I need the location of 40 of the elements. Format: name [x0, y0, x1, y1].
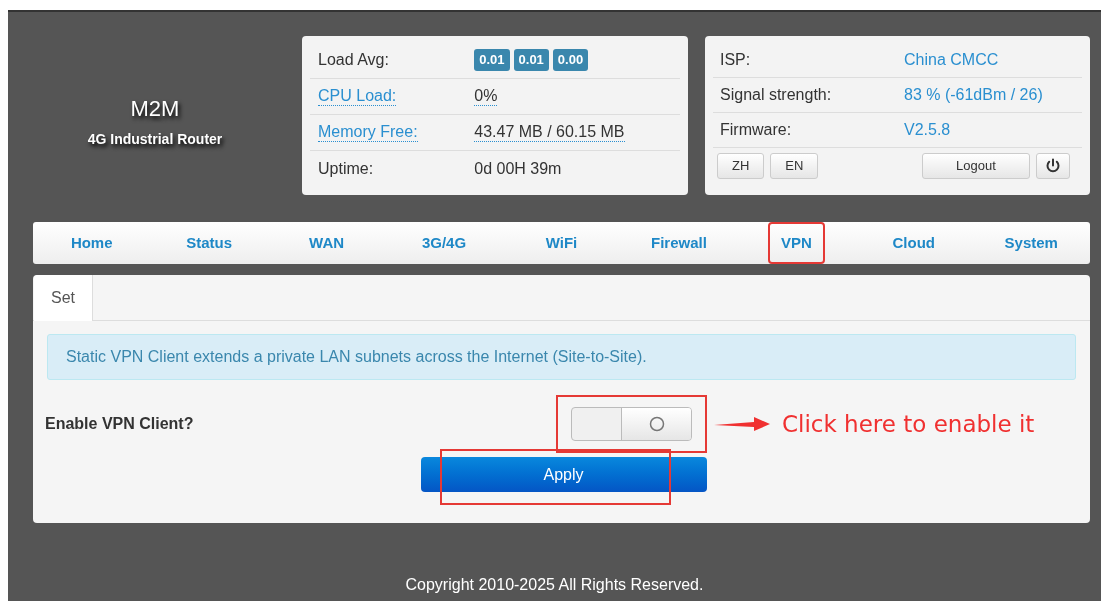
nav-link[interactable]: WAN — [298, 223, 356, 263]
info-value: China CMCC — [904, 49, 999, 70]
info-label: Firmware: — [720, 120, 793, 140]
nav-link[interactable]: Status — [175, 223, 244, 263]
info-message: Static VPN Client extends a private LAN subnets across the Internet (Site-to-Site). — [47, 334, 1076, 380]
info-label[interactable]: Memory Free: — [318, 123, 418, 142]
info-value: 83 % (-61dBm / 26) — [904, 85, 1043, 105]
info-label: Signal strength: — [720, 85, 833, 105]
annotation-text: Click here to enable it — [782, 409, 1035, 439]
power-button[interactable] — [1036, 152, 1070, 179]
circle-icon — [648, 416, 665, 432]
logout-button[interactable]: Logout — [922, 152, 1030, 179]
nav-link[interactable]: Home — [59, 223, 124, 263]
toggle-switch[interactable] — [571, 407, 692, 441]
info-label[interactable]: CPU Load: — [318, 87, 397, 106]
language-button[interactable]: ZH — [717, 152, 765, 179]
nav-link[interactable]: WiFi — [534, 223, 589, 263]
setting-label: Enable VPN Client? — [45, 414, 195, 434]
brand-title: M2M — [130, 95, 180, 123]
info-label: ISP: — [720, 49, 752, 70]
nav-link[interactable]: Cloud — [881, 223, 947, 263]
info-value: 43.47 MB / 60.15 MB — [474, 123, 625, 142]
info-value: 0d 00H 39m — [474, 158, 562, 179]
power-icon — [1045, 157, 1061, 174]
language-button[interactable]: EN — [770, 152, 819, 179]
nav-link[interactable]: VPN — [769, 223, 823, 263]
nav-link[interactable]: Firewall — [639, 223, 718, 263]
brand-subtitle: 4G Industrial Router — [87, 130, 223, 149]
load-badge: 0.00 — [552, 49, 589, 71]
copyright-text: Copyright 2010-2025 All Rights Reserved. — [405, 575, 704, 595]
apply-button[interactable]: Apply — [420, 457, 707, 492]
load-badge: 0.01 — [474, 49, 510, 71]
tab[interactable]: Set — [34, 275, 93, 321]
nav-link[interactable]: System — [993, 223, 1069, 263]
load-badge: 0.01 — [513, 49, 549, 71]
info-value: 0% — [474, 87, 498, 106]
info-value: V2.5.8 — [904, 120, 951, 140]
info-label: Load Avg: — [318, 50, 389, 70]
info-label: Uptime: — [318, 158, 374, 179]
nav-link[interactable]: 3G/4G — [410, 223, 478, 263]
